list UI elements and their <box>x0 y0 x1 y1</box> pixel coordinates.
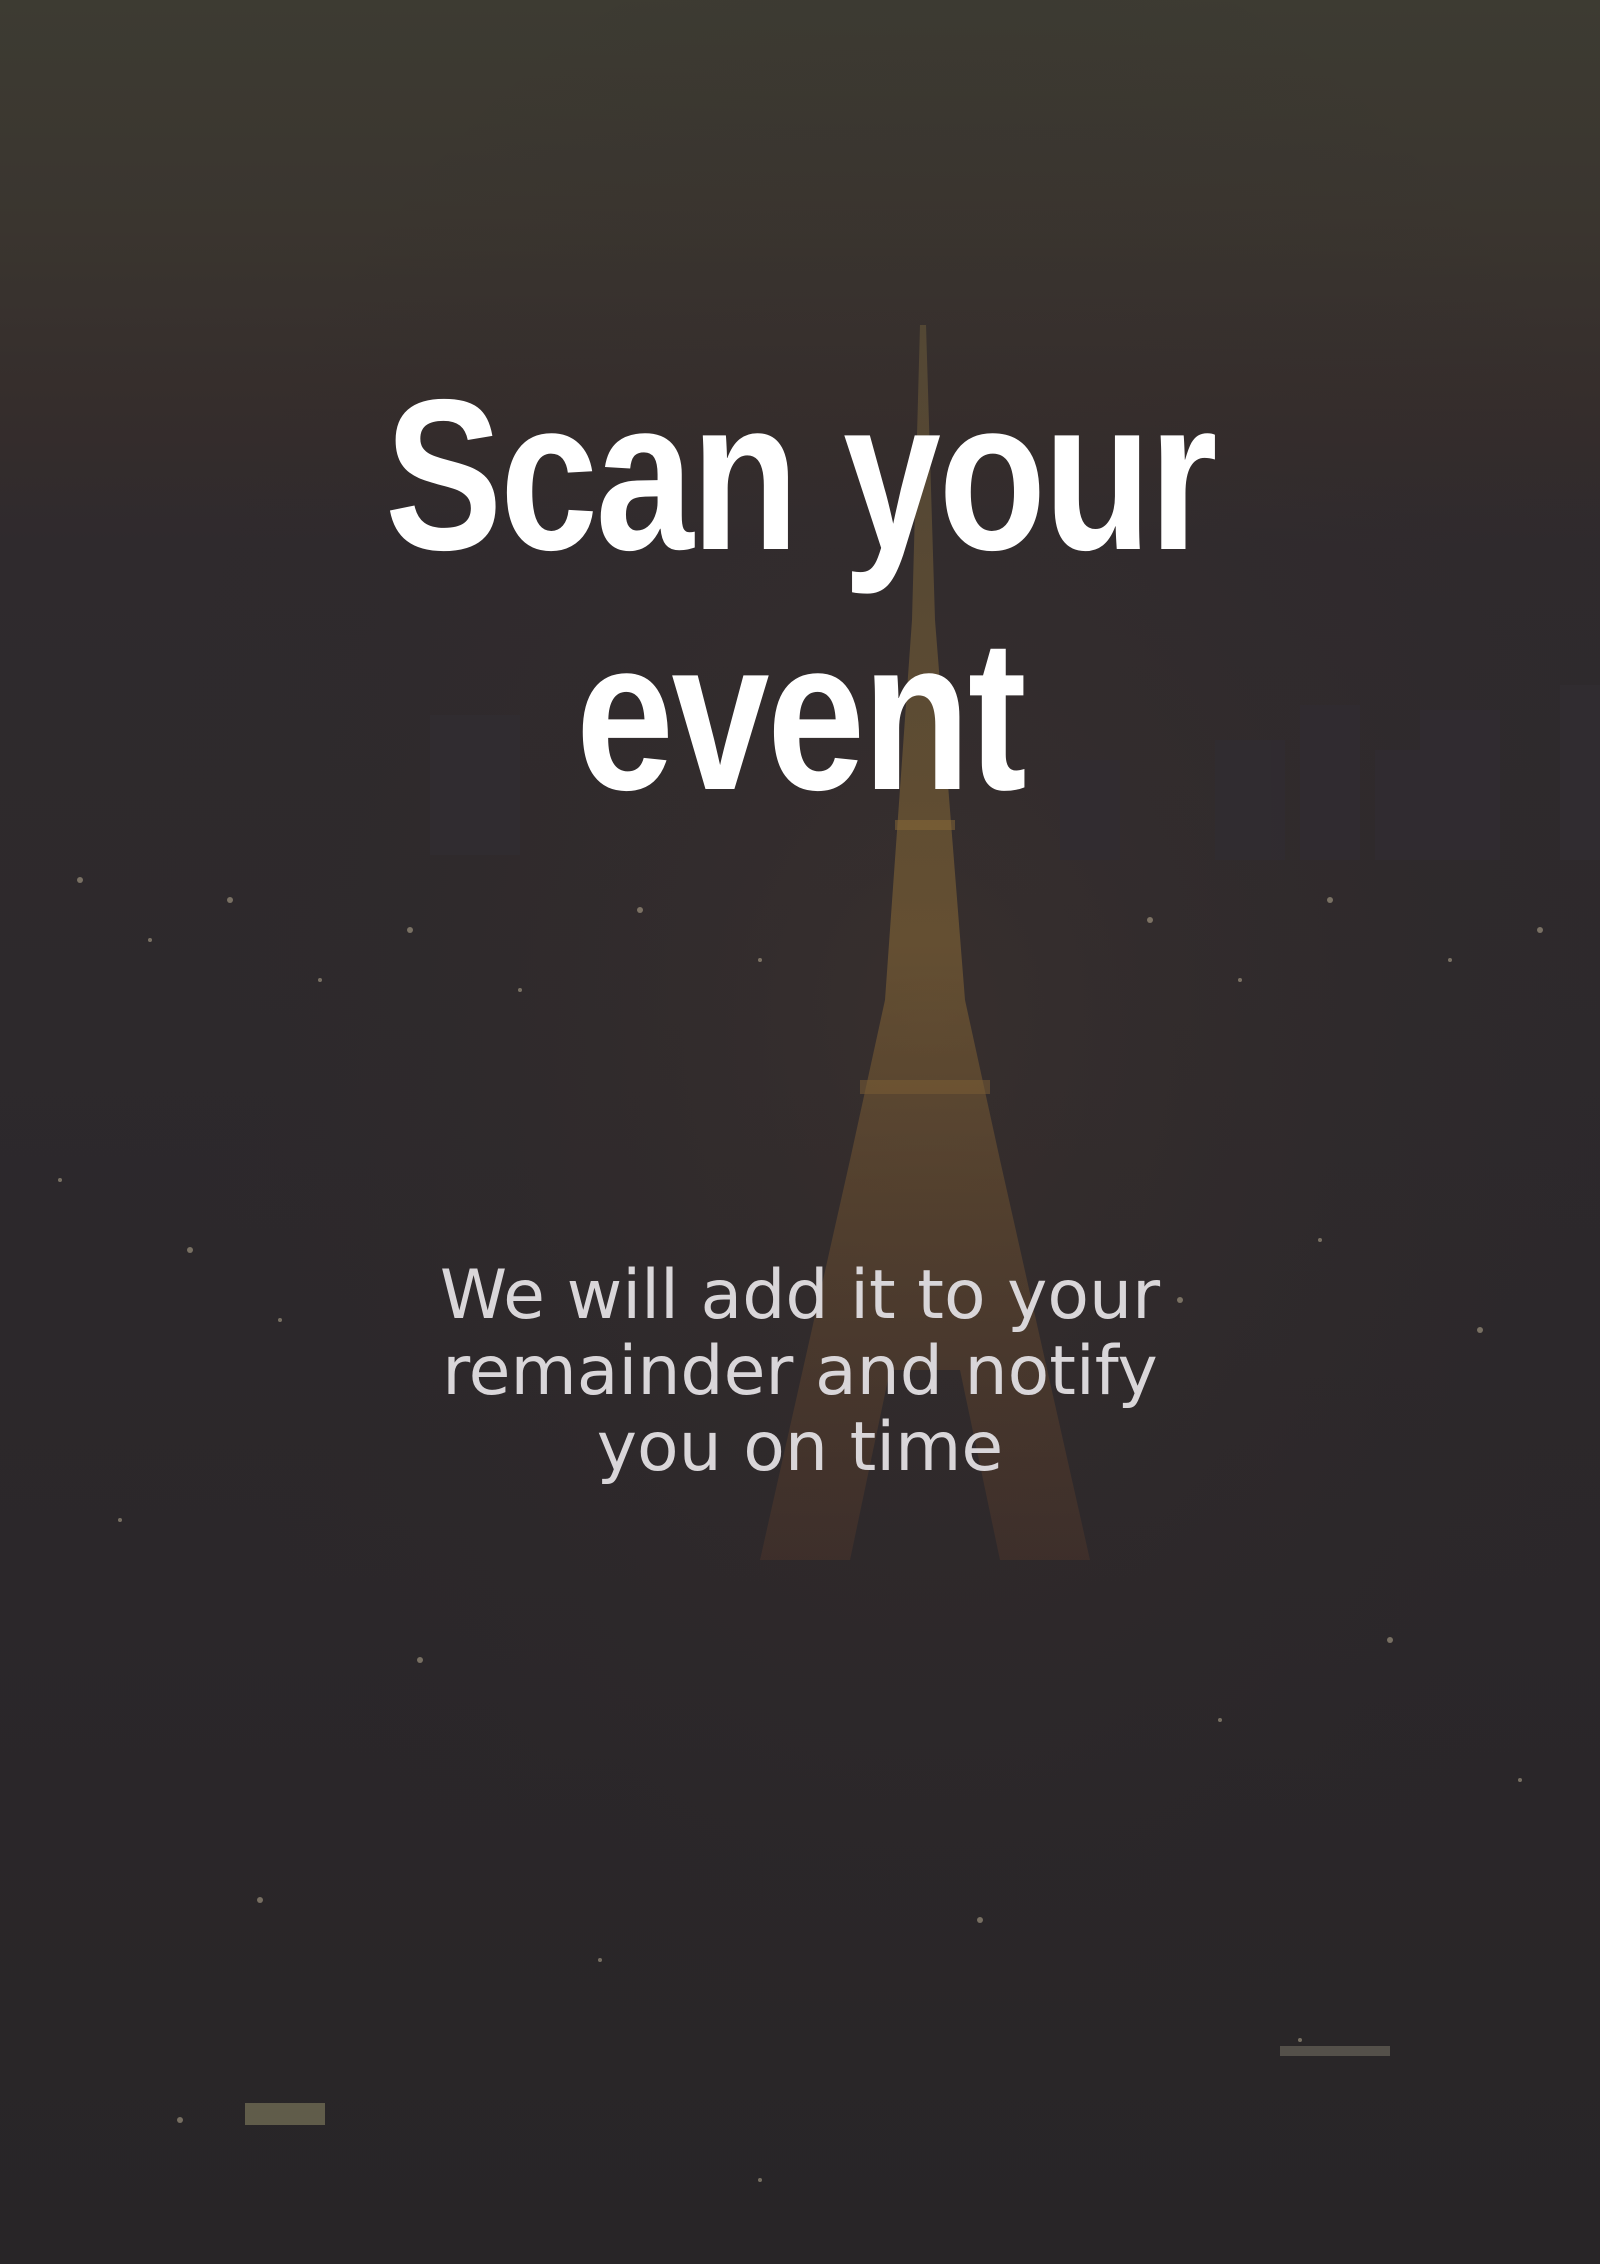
onboarding-description: We will add it to your remainder and not… <box>439 1256 1161 1487</box>
page-title: Scan your event <box>384 354 1218 835</box>
onboarding-content: Scan your event We will add it to your r… <box>0 0 1600 2264</box>
onboarding-screen: Scan your event We will add it to your r… <box>0 0 1600 2264</box>
